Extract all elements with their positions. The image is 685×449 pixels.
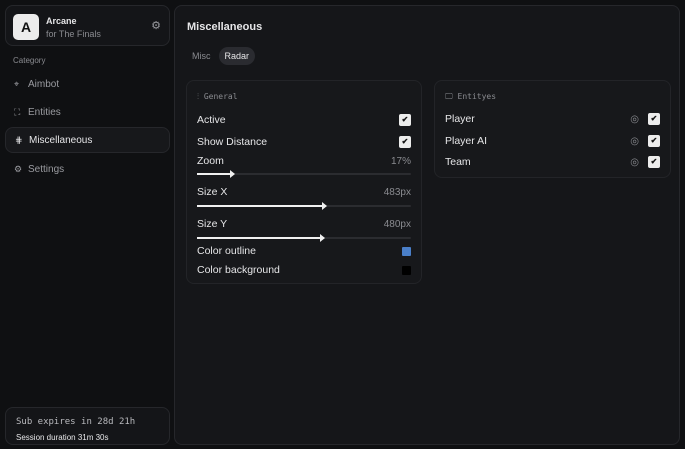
- active-row: Active ✔: [197, 113, 411, 127]
- tab-radar[interactable]: Radar: [218, 47, 256, 65]
- sizey-row: Size Y 480px: [197, 217, 411, 231]
- tabs: Misc Radar: [186, 47, 256, 65]
- entity-row-team: Team ◎ ✔: [445, 155, 660, 169]
- subscription-card: Sub expires in 28d 21h Session duration …: [5, 407, 170, 445]
- active-label: Active: [197, 114, 226, 126]
- entity-row-player: Player ◎ ✔: [445, 112, 660, 126]
- general-panel: ⫶ General Active ✔ Show Distance ✔ Zoom 17%…: [186, 80, 422, 284]
- distance-label: Show Distance: [197, 136, 268, 148]
- sidebar-item-settings[interactable]: ⚙ Settings: [5, 156, 170, 182]
- main-panel: Miscellaneous Misc Radar ⫶ General Activ…: [174, 5, 680, 445]
- zoom-label: Zoom: [197, 155, 224, 167]
- general-header-label: General: [203, 92, 238, 101]
- sizex-value: 483px: [383, 186, 411, 198]
- outline-label: Color outline: [197, 245, 256, 257]
- entity-label: Player AI: [445, 135, 488, 147]
- distance-row: Show Distance ✔: [197, 135, 411, 149]
- entity-label: Team: [445, 156, 471, 168]
- active-checkbox[interactable]: ✔: [399, 114, 411, 126]
- gear-icon[interactable]: ⚙: [151, 19, 161, 32]
- general-header: ⫶ General: [197, 92, 238, 102]
- app-logo: A: [13, 14, 39, 40]
- background-label: Color background: [197, 264, 280, 276]
- grid-icon: ⋕: [15, 134, 23, 145]
- entities-panel: 🖵 Entityes Player ◎ ✔ Player AI ◎ ✔ Team ◎ ✔: [434, 80, 671, 178]
- entity-label: Player: [445, 113, 475, 125]
- sizex-row: Size X 483px: [197, 185, 411, 199]
- target-icon[interactable]: ◎: [630, 114, 639, 125]
- sizey-label: Size Y: [197, 218, 228, 230]
- sizex-slider[interactable]: [197, 202, 411, 210]
- outline-row: Color outline: [197, 244, 411, 258]
- sidebar-item-label: Settings: [28, 163, 65, 175]
- outline-color-swatch[interactable]: [402, 246, 411, 256]
- sidebar-item-entities[interactable]: ⛶ Entities: [5, 99, 170, 125]
- sidebar-item-miscellaneous[interactable]: ⋕ Miscellaneous: [5, 127, 170, 153]
- sidebar-item-aimbot[interactable]: ⌖ Aimbot: [5, 71, 170, 97]
- background-row: Color background: [197, 263, 411, 277]
- crosshair-icon: ⌖: [14, 78, 20, 89]
- scan-icon: ⛶: [14, 106, 21, 117]
- zoom-row: Zoom 17%: [197, 154, 411, 168]
- entities-header-label: Entityes: [457, 92, 497, 101]
- app-subtitle: for The Finals: [46, 29, 101, 39]
- sizey-value: 480px: [383, 218, 411, 230]
- entity-checkbox[interactable]: ✔: [648, 156, 660, 168]
- page-title: Miscellaneous: [187, 21, 263, 33]
- monitor-icon: 🖵: [445, 92, 458, 101]
- sidebar-item-label: Aimbot: [28, 78, 60, 90]
- app-title: Arcane: [46, 16, 77, 26]
- background-color-swatch[interactable]: [402, 265, 411, 275]
- gear-icon: ⚙: [14, 163, 23, 174]
- sizey-slider[interactable]: [197, 234, 411, 242]
- entity-checkbox[interactable]: ✔: [648, 135, 660, 147]
- session-duration: Session duration 31m 30s: [16, 433, 109, 442]
- sidebar-item-label: Miscellaneous: [29, 134, 93, 146]
- tab-misc[interactable]: Misc: [186, 47, 217, 65]
- sizex-label: Size X: [197, 186, 228, 198]
- target-icon[interactable]: ◎: [630, 136, 639, 147]
- zoom-slider[interactable]: [197, 170, 411, 178]
- category-label: Category: [13, 56, 46, 65]
- sidebar-item-label: Entities: [28, 106, 61, 118]
- distance-checkbox[interactable]: ✔: [399, 136, 411, 148]
- sub-expires: Sub expires in 28d 21h: [16, 417, 136, 427]
- entity-checkbox[interactable]: ✔: [648, 113, 660, 125]
- target-icon[interactable]: ◎: [630, 157, 639, 168]
- brand-card: A Arcane for The Finals ⚙: [5, 5, 170, 46]
- zoom-value: 17%: [390, 155, 411, 167]
- chart-icon: ⫶: [197, 92, 204, 101]
- entities-header: 🖵 Entityes: [445, 92, 496, 102]
- entity-row-player-ai: Player AI ◎ ✔: [445, 134, 660, 148]
